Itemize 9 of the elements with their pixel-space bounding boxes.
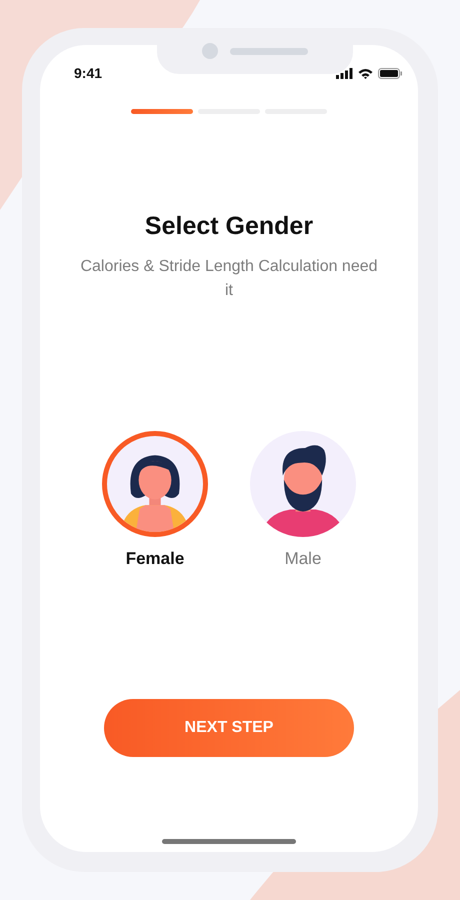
subtitle: Calories & Stride Length Calculation need it — [79, 257, 379, 301]
page-title: Select Gender — [144, 212, 314, 241]
next-step-button[interactable]: NEXT STEP — [104, 699, 354, 757]
signal-icon — [336, 68, 353, 78]
camera-icon — [202, 43, 218, 59]
battery-icon — [378, 68, 402, 78]
status-time: 9:41 — [74, 65, 102, 81]
speaker-icon — [230, 48, 308, 54]
wifi-icon — [358, 68, 373, 78]
